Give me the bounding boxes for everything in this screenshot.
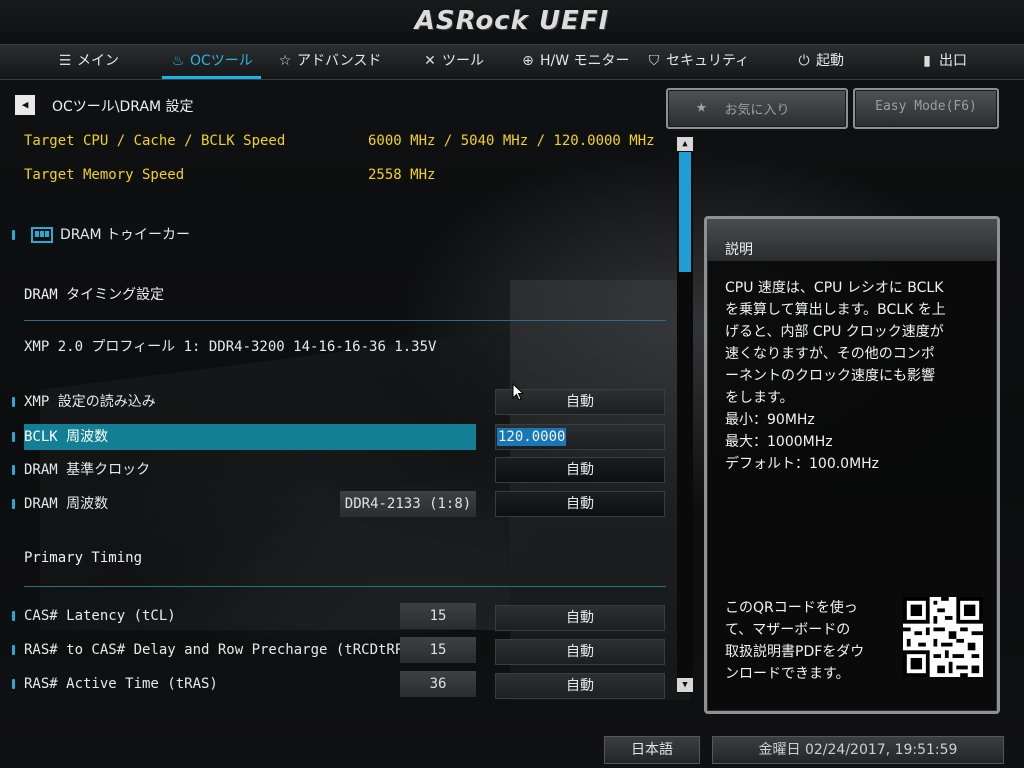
description-panel: 説明 CPU 速度は、CPU レシオに BCLK を乗算して算出します。BCLK… xyxy=(704,216,1000,714)
timing-select[interactable]: 自動 xyxy=(495,605,665,631)
section-dram-timing: DRAM タイミング設定 xyxy=(24,287,165,303)
header: ASRock UEFI xyxy=(0,0,1024,44)
favorites-button[interactable]: ★ お気に入り xyxy=(666,88,848,129)
tab-hw-monitor[interactable]: ⊕ H/W モニター xyxy=(520,45,630,79)
bclk-input[interactable]: 120.0000 xyxy=(495,424,665,450)
tab-boot[interactable]: ⏻ 起動 xyxy=(796,45,844,79)
row-marker xyxy=(12,645,15,655)
scroll-down-button[interactable]: ▼ xyxy=(677,678,693,692)
divider xyxy=(24,320,666,321)
back-arrow-icon: ◀ xyxy=(21,98,29,111)
timing-current: 15 xyxy=(400,603,476,629)
scrollbar-thumb[interactable] xyxy=(679,152,691,272)
exit-door-icon: ▮ xyxy=(923,53,931,69)
dram-freq-select[interactable]: 自動 xyxy=(495,491,665,517)
arrow-up-icon: ▲ xyxy=(682,139,688,149)
breadcrumb: OCツール\DRAM 設定 xyxy=(52,99,194,115)
timing-select[interactable]: 自動 xyxy=(495,639,665,665)
timing-current: 36 xyxy=(400,671,476,697)
tab-label: 起動 xyxy=(816,53,844,69)
target-cpu-label: Target CPU / Cache / BCLK Speed xyxy=(24,133,286,149)
mouse-cursor-icon xyxy=(512,383,524,401)
tab-security[interactable]: ⛉ セキュリティ xyxy=(646,45,749,79)
dram-tweaker-item[interactable]: DRAM トゥイーカー xyxy=(0,223,670,247)
row-marker xyxy=(12,679,15,689)
target-cpu-row: Target CPU / Cache / BCLK Speed 6000 MHz… xyxy=(0,129,670,153)
arrow-down-icon: ▼ xyxy=(682,680,688,690)
row-marker xyxy=(12,397,15,407)
top-nav: ☰ メイン ♨ OCツール ☆ アドバンスド ✕ ツール ⊕ H/W モニター ⛉ セキュリ… xyxy=(0,44,1024,80)
asrock-uefi-logo: ASRock UEFI xyxy=(414,6,610,36)
crosshair-icon: ⊕ xyxy=(522,53,534,69)
row-marker xyxy=(12,611,15,621)
xmp-profile-info: XMP 2.0 プロフィール 1: DDR4-3200 14-16-16-36 … xyxy=(0,335,670,359)
scroll-up-button[interactable]: ▲ xyxy=(677,137,693,151)
tab-oc-tools[interactable]: ♨ OCツール xyxy=(162,45,261,79)
qr-description: このQRコードを使っ て、マザーボードの 取扱説明書PDFをダウ ンロードできま… xyxy=(725,600,865,682)
target-memory-label: Target Memory Speed xyxy=(24,167,185,183)
back-button[interactable]: ◀ xyxy=(15,95,35,115)
timing-label: CAS# Latency (tCL) xyxy=(24,608,176,624)
dram-freq-label: DRAM 周波数 xyxy=(24,496,109,512)
easy-mode-button[interactable]: Easy Mode(F6) xyxy=(853,88,999,129)
shield-icon: ⛉ xyxy=(648,53,660,69)
timing-label: RAS# to CAS# Delay and Row Precharge (tR… xyxy=(24,642,412,658)
easy-mode-label: Easy Mode(F6) xyxy=(875,99,977,114)
language-button[interactable]: 日本語 xyxy=(604,736,700,764)
tab-label: 出口 xyxy=(939,53,967,69)
star-icon: ☆ xyxy=(278,53,292,69)
target-memory-value: 2558 MHz xyxy=(368,167,436,183)
row-marker xyxy=(12,432,15,442)
tab-label: OCツール xyxy=(190,53,253,69)
timing-current: 15 xyxy=(400,637,476,663)
target-memory-row: Target Memory Speed 2558 MHz xyxy=(0,163,670,187)
tab-label: メイン xyxy=(77,53,119,69)
favorites-label: お気に入り xyxy=(724,103,790,118)
tab-main[interactable]: ☰ メイン xyxy=(57,45,119,79)
description-title: 説明 xyxy=(725,242,753,258)
section-primary-timing: Primary Timing xyxy=(24,550,143,566)
timing-label: RAS# Active Time (tRAS) xyxy=(24,676,218,692)
description-text: CPU 速度は、CPU レシオに BCLK を乗算して算出します。BCLK を上… xyxy=(725,280,946,472)
list-icon: ☰ xyxy=(58,53,72,69)
row-marker xyxy=(12,465,15,475)
datetime-display: 金曜日 02/24/2017, 19:51:59 xyxy=(712,736,1004,764)
tab-tools[interactable]: ✕ ツール xyxy=(422,45,484,79)
power-icon: ⏻ xyxy=(798,53,810,69)
xmp-profile-text: XMP 2.0 プロフィール 1: DDR4-3200 14-16-16-36 … xyxy=(24,339,437,355)
dram-tweaker-label: DRAM トゥイーカー xyxy=(60,227,191,243)
dram-ref-clock-label: DRAM 基準クロック xyxy=(24,462,151,478)
tab-label: H/W モニター xyxy=(540,53,630,69)
dram-freq-current: DDR4-2133 (1:8) xyxy=(340,491,476,517)
dram-ref-clock-select[interactable]: 自動 xyxy=(495,457,665,483)
row-marker xyxy=(12,230,15,240)
target-cpu-value: 6000 MHz / 5040 MHz / 120.0000 MHz xyxy=(368,133,655,149)
flame-icon: ♨ xyxy=(171,53,185,69)
tab-advanced[interactable]: ☆ アドバンスド xyxy=(277,45,382,79)
xmp-load-label: XMP 設定の読み込み xyxy=(24,394,156,410)
bclk-input-value: 120.0000 xyxy=(497,428,567,446)
qr-code-icon xyxy=(903,597,983,677)
tab-label: アドバンスド xyxy=(297,53,382,69)
timing-select[interactable]: 自動 xyxy=(495,673,665,699)
tab-exit[interactable]: ▮ 出口 xyxy=(919,45,967,79)
tab-label: セキュリティ xyxy=(666,53,750,69)
tab-label: ツール xyxy=(442,53,484,69)
wrench-icon: ✕ xyxy=(424,53,436,69)
row-marker xyxy=(12,499,15,509)
ram-module-icon xyxy=(31,227,53,243)
bclk-label: BCLK 周波数 xyxy=(24,429,109,445)
divider xyxy=(24,586,666,587)
